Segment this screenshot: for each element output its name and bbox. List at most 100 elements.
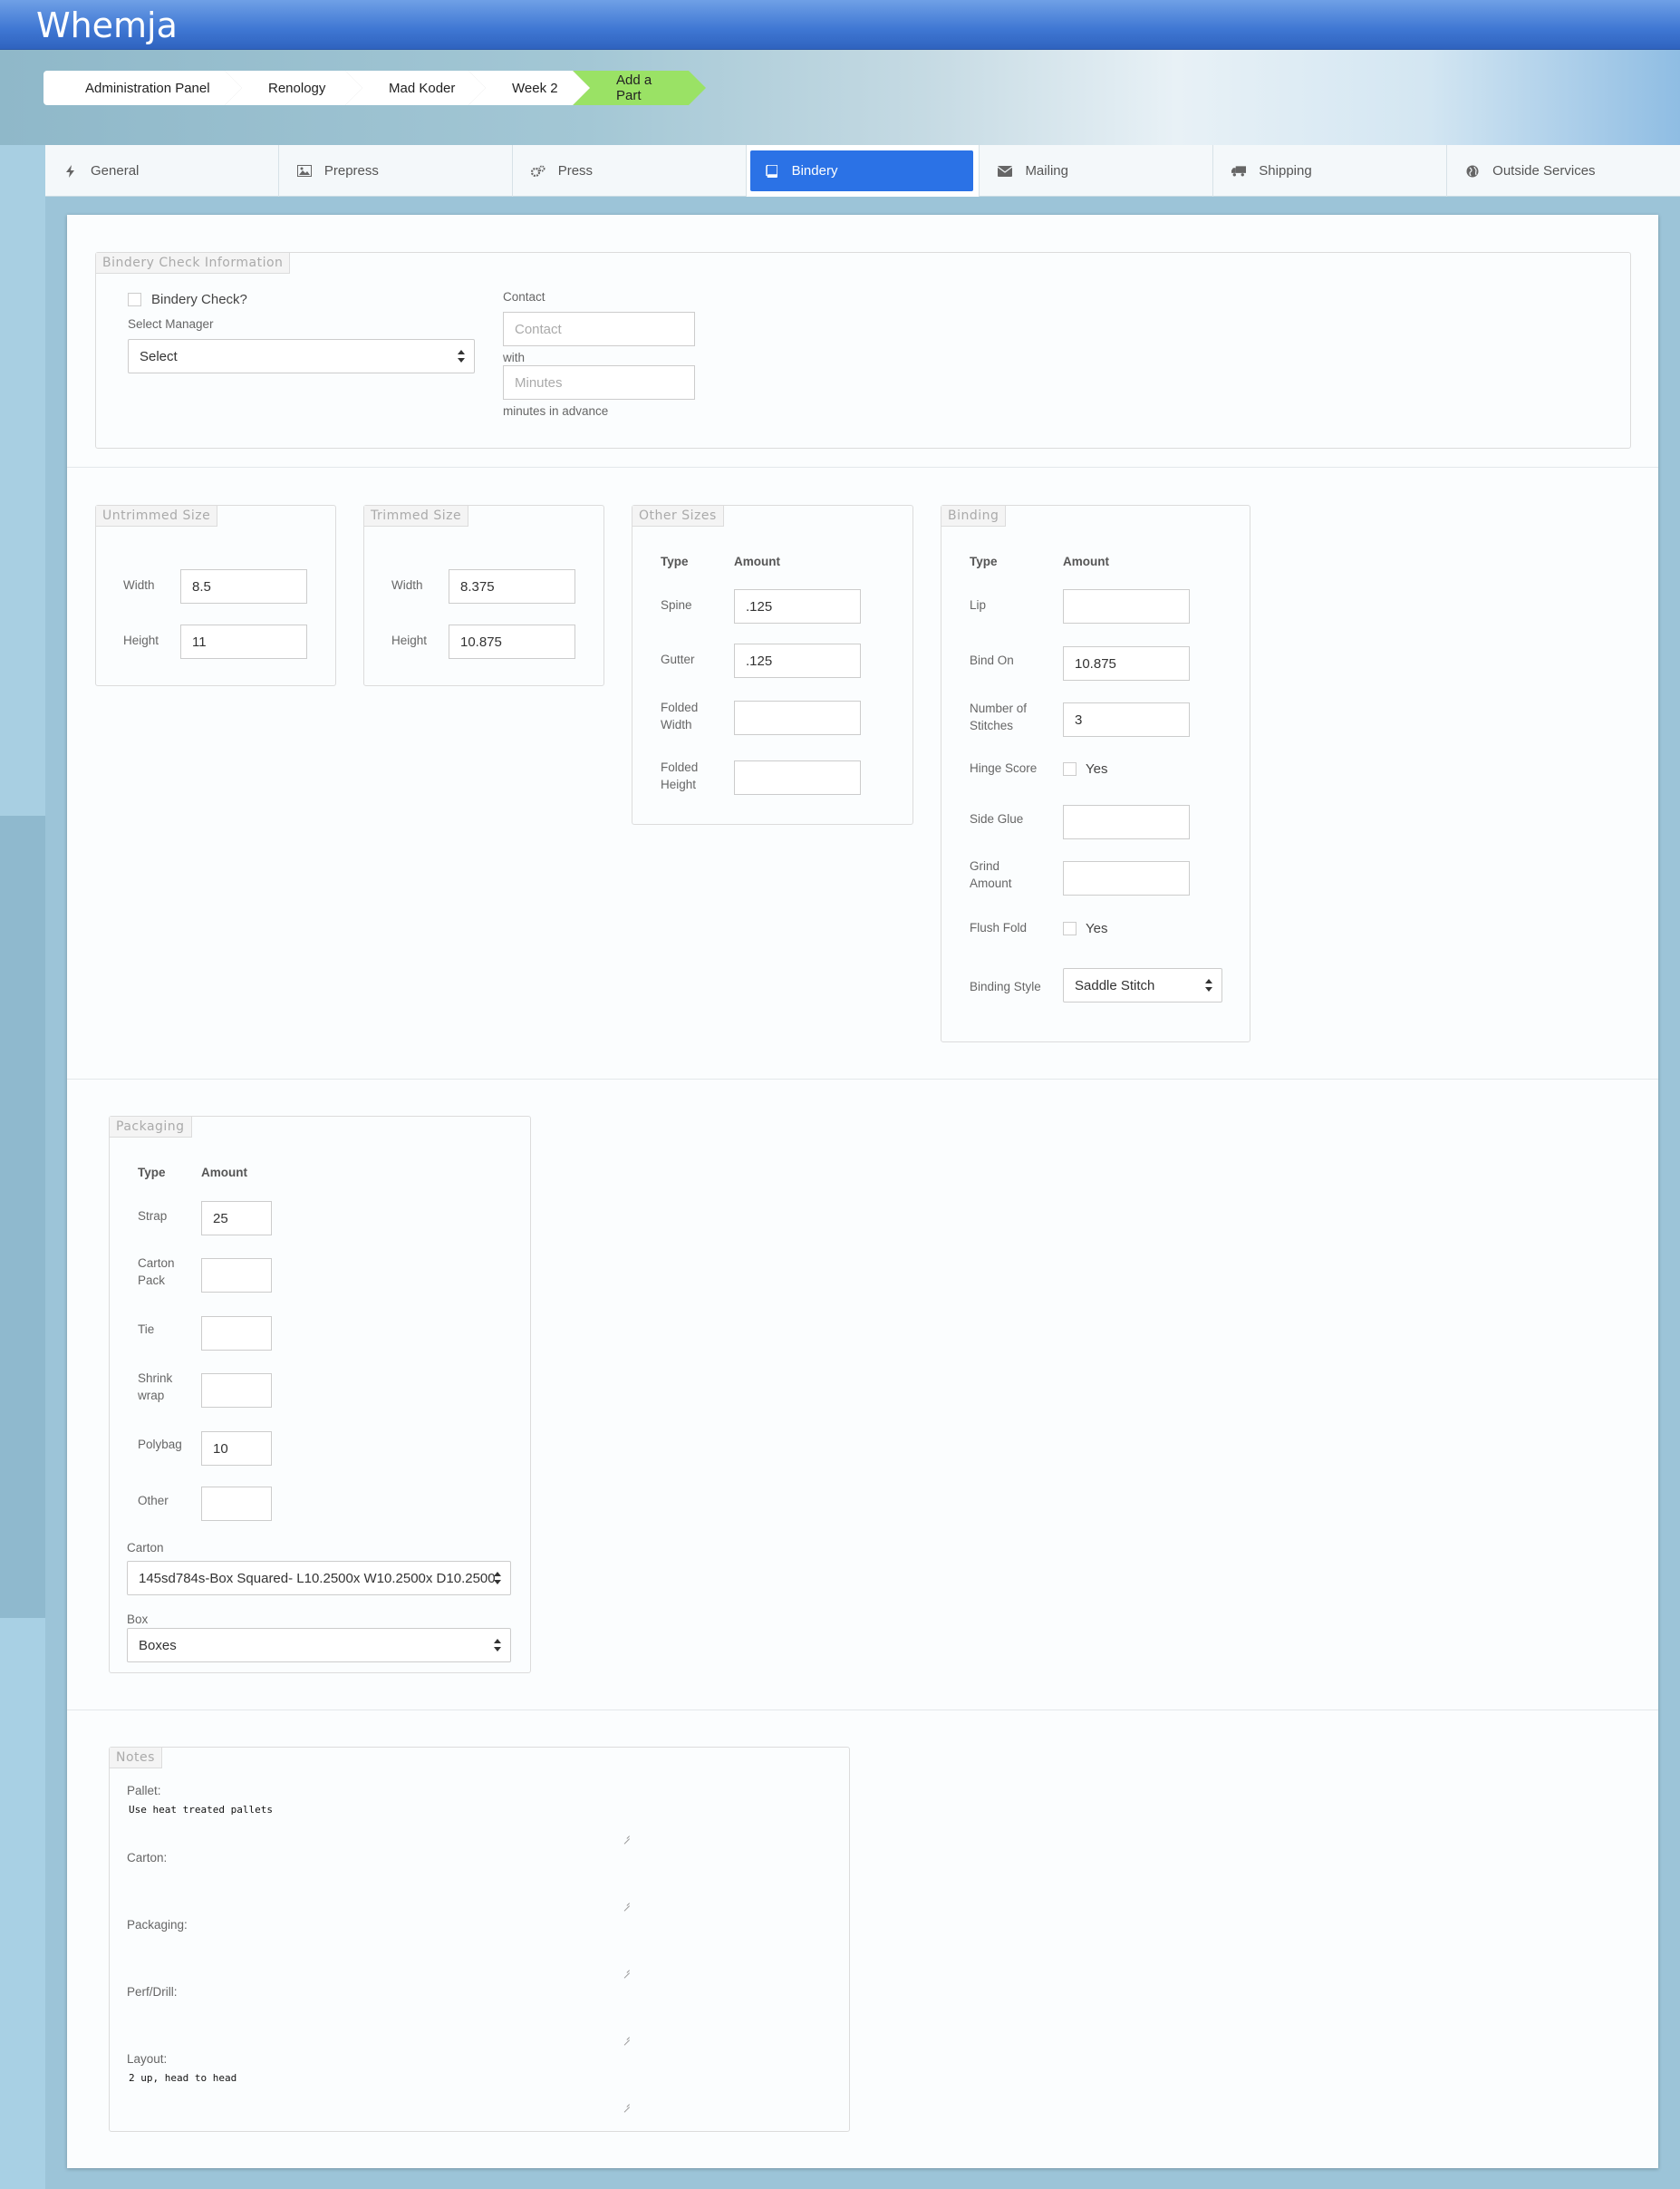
manager-select-value: Select [140, 348, 178, 364]
binding-type-header: Type [970, 555, 998, 568]
tab-mailing[interactable]: Mailing [980, 145, 1214, 197]
untrimmed-height-input[interactable] [180, 625, 307, 659]
select-caret-icon [494, 1572, 501, 1584]
shrink-wrap-input[interactable] [201, 1373, 272, 1408]
layout-label: Layout: [127, 2052, 168, 2066]
bind-on-label: Bind On [970, 654, 1014, 667]
hinge-score-label: Hinge Score [970, 761, 1038, 775]
tie-input[interactable] [201, 1316, 272, 1351]
carton-label: Carton [127, 1541, 164, 1555]
gears-icon [530, 164, 546, 179]
breadcrumb-add-a-part[interactable]: Add a Part [573, 71, 706, 105]
folded-height-label: Folded Height [661, 760, 699, 791]
top-bar: Whemja [0, 0, 1680, 50]
gutter-input[interactable] [734, 644, 861, 678]
box-label: Box [127, 1613, 149, 1626]
flush-fold-checkbox[interactable] [1063, 922, 1077, 935]
bind-on-input[interactable] [1063, 646, 1190, 681]
envelope-icon [998, 164, 1013, 179]
lip-label: Lip [970, 598, 987, 612]
resize-grip-icon[interactable] [623, 2101, 631, 2108]
strap-label: Strap [138, 1209, 168, 1223]
untrimmed-width-label: Width [123, 578, 155, 592]
tie-label: Tie [138, 1322, 155, 1336]
tab-label: Outside Services [1492, 163, 1596, 179]
contact-input[interactable] [503, 312, 695, 346]
tab-bindery-active-background: Bindery [749, 150, 974, 191]
book-icon [765, 164, 779, 179]
with-label: with [503, 351, 526, 364]
section-divider [67, 467, 1658, 468]
tab-label: Press [557, 163, 594, 179]
grind-amount-label: Grind Amount [970, 859, 1012, 890]
app-logo[interactable]: Whemja [36, 5, 178, 45]
carton-notes-textarea[interactable] [127, 1869, 631, 1907]
other-sizes-legend: Other Sizes [632, 506, 724, 527]
strap-input[interactable] [201, 1201, 272, 1235]
packaging-legend: Packaging [110, 1117, 192, 1138]
other-input[interactable] [201, 1487, 272, 1521]
folded-width-input[interactable] [734, 701, 861, 735]
bindery-check-checkbox[interactable] [128, 293, 141, 306]
untrimmed-size-fieldset: Untrimmed Size Width Height [95, 505, 336, 686]
breadcrumb-renology[interactable]: Renology [225, 71, 362, 105]
gutter-label: Gutter [661, 653, 695, 666]
packaging-notes-textarea[interactable] [127, 1936, 631, 1974]
trimmed-height-input[interactable] [449, 625, 575, 659]
layout-textarea[interactable]: 2 up, head to head [127, 2070, 631, 2108]
resize-grip-icon[interactable] [623, 1900, 631, 1907]
carton-pack-input[interactable] [201, 1258, 272, 1293]
perf-drill-textarea[interactable] [127, 2003, 631, 2041]
trimmed-size-fieldset: Trimmed Size Width Height [363, 505, 604, 686]
background-left-strip [0, 0, 45, 2189]
grind-amount-input[interactable] [1063, 861, 1190, 896]
minutes-in-advance-label: minutes in advance [503, 404, 609, 418]
spine-input[interactable] [734, 589, 861, 624]
binding-style-select[interactable]: Saddle Stitch [1063, 968, 1222, 1002]
polybag-input[interactable] [201, 1431, 272, 1466]
tab-label: Mailing [1025, 163, 1068, 179]
tab-outside-services[interactable]: Outside Services [1447, 145, 1680, 197]
minutes-input[interactable] [503, 365, 695, 400]
flush-fold-label: Flush Fold [970, 921, 1028, 935]
tab-bindery[interactable]: Bindery [746, 145, 980, 197]
hinge-score-checkbox[interactable] [1063, 762, 1077, 776]
carton-select-value: 145sd784s-Box Squared- L10.2500x W10.250… [139, 1570, 496, 1586]
untrimmed-height-label: Height [123, 634, 159, 647]
packaging-type-header: Type [138, 1166, 166, 1179]
folded-height-input[interactable] [734, 760, 861, 795]
shrink-wrap-label: Shrink wrap [138, 1371, 173, 1402]
bindery-form-panel: Bindery Check Information Bindery Check?… [67, 215, 1658, 2168]
image-icon [296, 164, 312, 179]
tab-press[interactable]: Press [513, 145, 747, 197]
trimmed-width-input[interactable] [449, 569, 575, 604]
binding-legend: Binding [941, 506, 1007, 527]
stitches-input[interactable] [1063, 702, 1190, 737]
breadcrumb-administration-panel[interactable]: Administration Panel [43, 71, 242, 105]
bindery-check-legend: Bindery Check Information [96, 253, 291, 274]
layout-text: 2 up, head to head [129, 2072, 237, 2084]
select-caret-icon [458, 350, 465, 363]
tab-shipping[interactable]: Shipping [1213, 145, 1448, 197]
side-glue-input[interactable] [1063, 805, 1190, 839]
tab-prepress[interactable]: Prepress [279, 145, 513, 197]
resize-grip-icon[interactable] [623, 2034, 631, 2041]
untrimmed-width-input[interactable] [180, 569, 307, 604]
tab-label: Bindery [791, 163, 838, 179]
resize-grip-icon[interactable] [623, 1833, 631, 1840]
pallet-textarea[interactable]: Use heat treated pallets [127, 1802, 631, 1840]
notes-legend: Notes [110, 1748, 162, 1768]
carton-select[interactable]: 145sd784s-Box Squared- L10.2500x W10.250… [127, 1561, 511, 1595]
spine-label: Spine [661, 598, 692, 612]
perf-drill-label: Perf/Drill: [127, 1985, 178, 1999]
bindery-check-label: Bindery Check? [151, 292, 247, 307]
breadcrumb-mad-koder[interactable]: Mad Koder [345, 71, 486, 105]
manager-select[interactable]: Select [128, 339, 475, 373]
bindery-check-fieldset: Bindery Check Information Bindery Check?… [95, 252, 1631, 449]
resize-grip-icon[interactable] [623, 1967, 631, 1974]
lip-input[interactable] [1063, 589, 1190, 624]
select-caret-icon [494, 1639, 501, 1651]
tab-general[interactable]: General [45, 145, 279, 197]
stitches-label: Number of Stitches [970, 702, 1028, 732]
box-select[interactable]: Boxes [127, 1628, 511, 1662]
